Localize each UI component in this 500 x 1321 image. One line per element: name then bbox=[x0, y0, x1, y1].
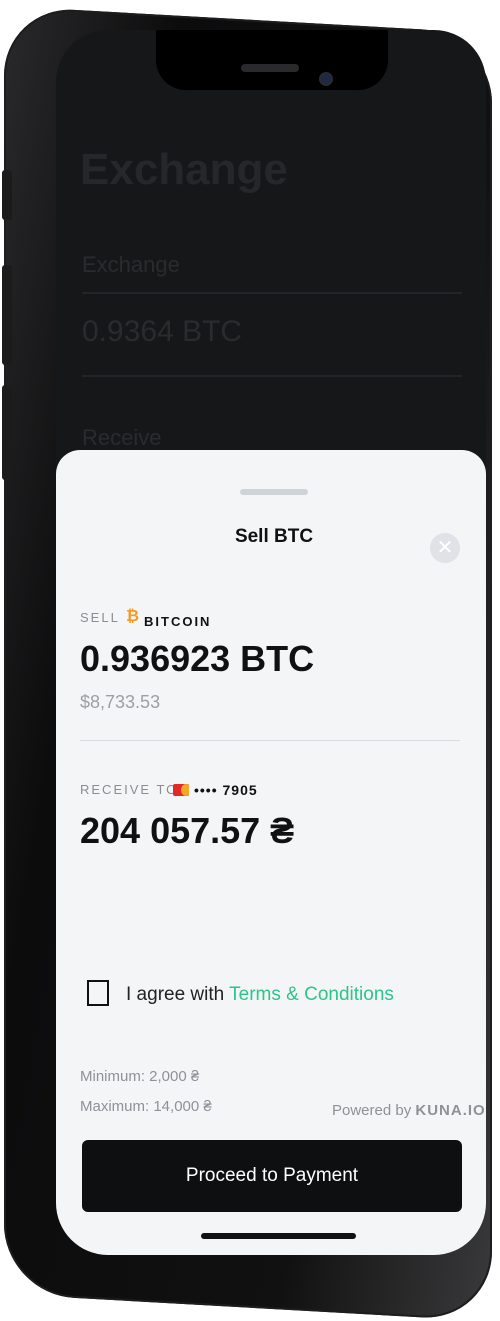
agree-text: I agree with Terms & Conditions bbox=[126, 984, 394, 1006]
background-amount: 0.9364 BTC bbox=[82, 315, 243, 348]
sheet-grabber[interactable] bbox=[240, 489, 308, 495]
mute-switch bbox=[2, 170, 12, 220]
mastercard-icon bbox=[173, 784, 189, 796]
sell-amount: 0.936923 BTC bbox=[80, 638, 315, 679]
background-divider bbox=[82, 375, 462, 377]
background-text: Receive bbox=[82, 425, 162, 450]
kuna-brand: KUNA.IO bbox=[415, 1102, 486, 1119]
powered-prefix: Powered by bbox=[332, 1102, 416, 1119]
volume-down-button bbox=[2, 385, 12, 480]
coin-name: BITCOIN bbox=[144, 614, 212, 629]
bitcoin-icon: ₿ bbox=[126, 608, 140, 625]
minimum-limit: Minimum: 2,000 ₴ bbox=[80, 1068, 200, 1085]
home-indicator bbox=[201, 1233, 356, 1239]
background-title: Exchange bbox=[80, 145, 288, 194]
terms-checkbox[interactable] bbox=[87, 980, 109, 1006]
sell-sheet: Sell BTC ✕ SELL ₿ BITCOIN 0.936923 BTC $… bbox=[56, 450, 486, 1255]
receive-amount: 204 057.57 ₴ bbox=[80, 810, 295, 851]
terms-link[interactable]: Terms & Conditions bbox=[229, 984, 394, 1005]
phone-screen: Exchange Exchange 0.9364 BTC Receive Sel… bbox=[56, 30, 486, 1255]
sell-label: SELL bbox=[80, 610, 120, 625]
section-divider bbox=[80, 740, 460, 741]
sheet-title: Sell BTC bbox=[234, 526, 314, 547]
speaker-grille bbox=[241, 64, 299, 72]
proceed-to-payment-button[interactable]: Proceed to Payment bbox=[82, 1140, 462, 1212]
powered-by: Powered by KUNA.IO bbox=[332, 1102, 486, 1119]
notch bbox=[156, 30, 388, 90]
usd-value: $8,733.53 bbox=[80, 692, 161, 712]
agree-prefix: I agree with bbox=[126, 984, 230, 1005]
background-divider bbox=[82, 292, 462, 294]
card-number: •••• 7905 bbox=[194, 782, 258, 798]
front-camera bbox=[319, 72, 333, 86]
maximum-limit: Maximum: 14,000 ₴ bbox=[80, 1098, 212, 1115]
receive-label: RECEIVE TO bbox=[80, 782, 179, 797]
close-icon[interactable]: ✕ bbox=[430, 533, 460, 563]
volume-up-button bbox=[2, 265, 12, 365]
background-text: Exchange bbox=[82, 252, 180, 277]
